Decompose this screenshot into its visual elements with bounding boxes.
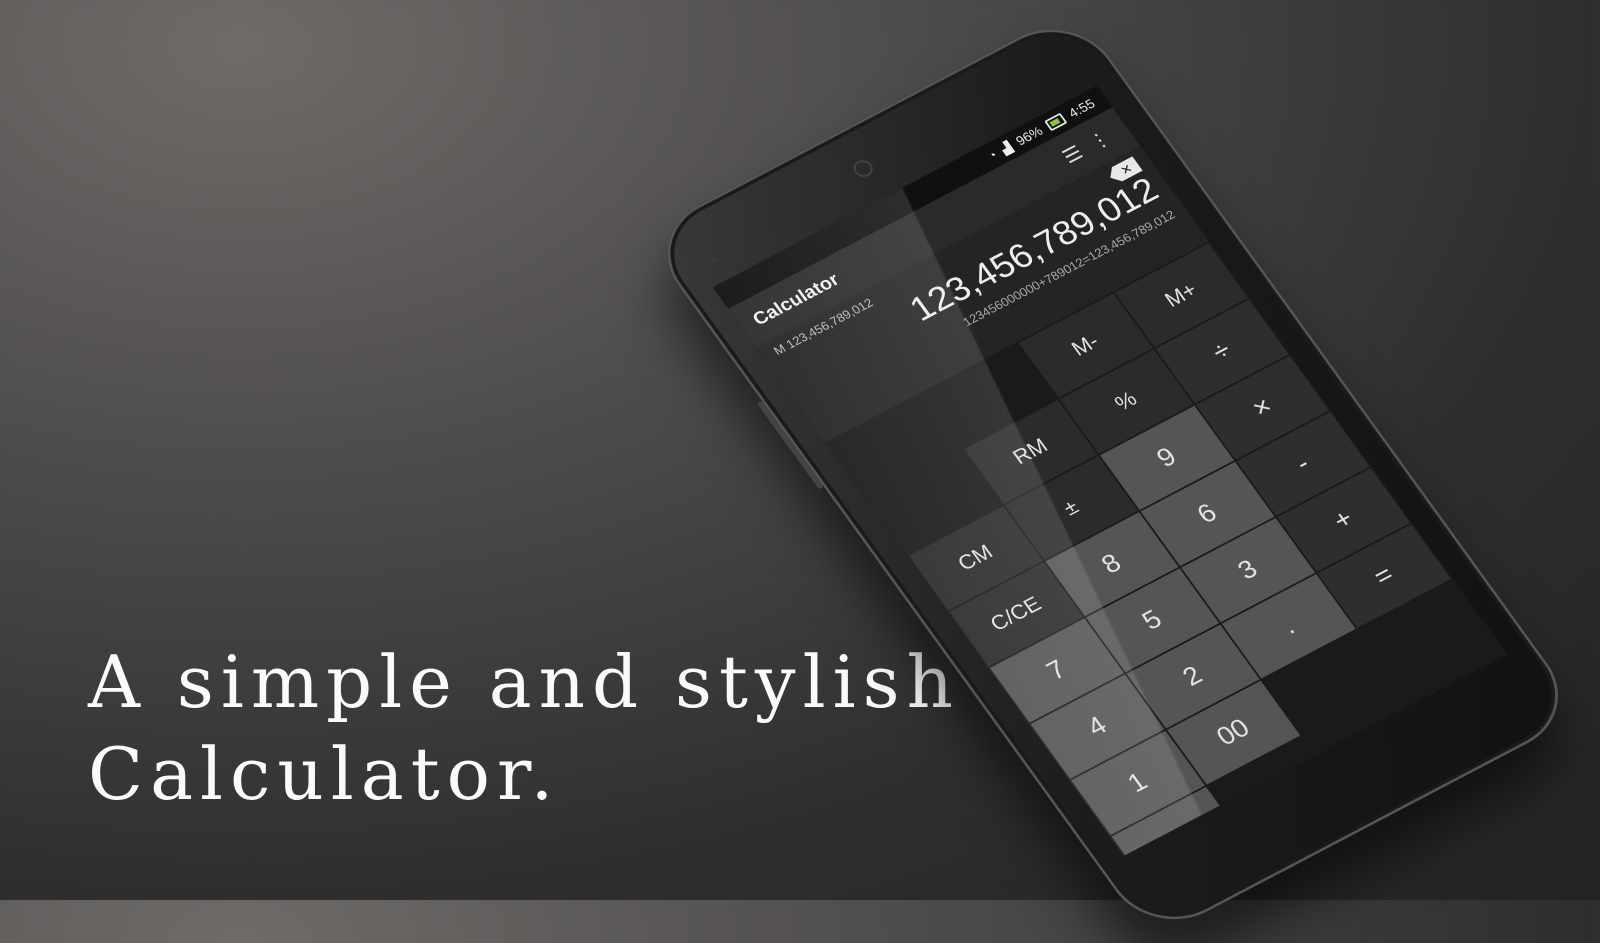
battery-icon bbox=[1043, 112, 1068, 132]
home-icon[interactable]: ⌂ bbox=[1344, 802, 1373, 831]
tagline: A simple and stylish Calculator. bbox=[88, 636, 960, 820]
wifi-icon: ◔ bbox=[984, 147, 1000, 163]
tagline-line-1: A simple and stylish bbox=[88, 640, 960, 724]
tagline-line-2: Calculator. bbox=[88, 732, 561, 816]
signal-icon: ▟ bbox=[997, 139, 1015, 156]
backspace-icon: ✕ bbox=[1117, 160, 1135, 178]
recent-apps-icon[interactable]: ❐ bbox=[1469, 733, 1504, 765]
front-camera bbox=[852, 159, 874, 178]
notification-led bbox=[710, 256, 718, 264]
